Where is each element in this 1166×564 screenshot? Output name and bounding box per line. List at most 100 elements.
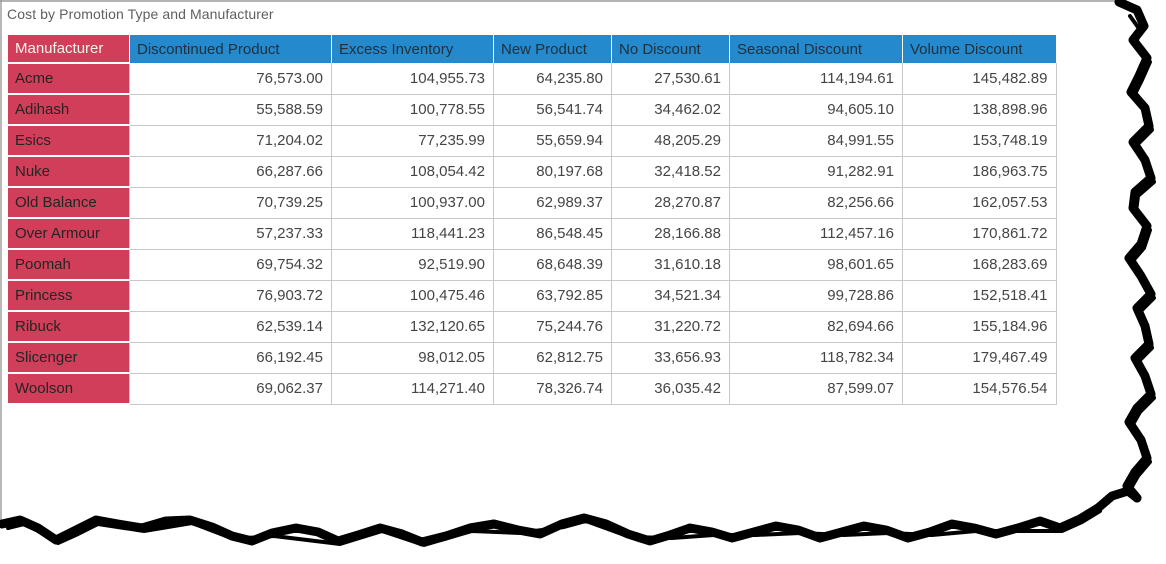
data-cell[interactable]: 186,963.75 bbox=[903, 156, 1057, 187]
data-cell[interactable]: 87,599.07 bbox=[730, 373, 903, 404]
table-row: Poomah69,754.3292,519.9068,648.3931,610.… bbox=[8, 249, 1056, 280]
data-cell[interactable]: 75,244.76 bbox=[494, 311, 612, 342]
data-cell[interactable]: 100,937.00 bbox=[332, 187, 494, 218]
data-cell[interactable]: 108,054.42 bbox=[332, 156, 494, 187]
matrix-body: Acme76,573.00104,955.7364,235.8027,530.6… bbox=[8, 63, 1056, 404]
data-cell[interactable]: 33,656.93 bbox=[612, 342, 730, 373]
data-cell[interactable]: 114,194.61 bbox=[730, 63, 903, 94]
column-header[interactable]: Volume Discount bbox=[903, 35, 1057, 63]
table-row: Adihash55,588.59100,778.5556,541.7434,46… bbox=[8, 94, 1056, 125]
data-cell[interactable]: 34,521.34 bbox=[612, 280, 730, 311]
row-header[interactable]: Adihash bbox=[8, 94, 130, 125]
data-cell[interactable]: 28,270.87 bbox=[612, 187, 730, 218]
table-row: Woolson69,062.37114,271.4078,326.7436,03… bbox=[8, 373, 1056, 404]
data-cell[interactable]: 62,989.37 bbox=[494, 187, 612, 218]
data-cell[interactable]: 99,728.86 bbox=[730, 280, 903, 311]
visual-title: Cost by Promotion Type and Manufacturer bbox=[7, 6, 274, 22]
data-cell[interactable]: 55,659.94 bbox=[494, 125, 612, 156]
data-cell[interactable]: 94,605.10 bbox=[730, 94, 903, 125]
table-row: Nuke66,287.66108,054.4280,197.6832,418.5… bbox=[8, 156, 1056, 187]
data-cell[interactable]: 71,204.02 bbox=[130, 125, 332, 156]
row-header[interactable]: Nuke bbox=[8, 156, 130, 187]
data-cell[interactable]: 66,192.45 bbox=[130, 342, 332, 373]
column-header[interactable]: Excess Inventory bbox=[332, 35, 494, 63]
data-cell[interactable]: 112,457.16 bbox=[730, 218, 903, 249]
data-cell[interactable]: 100,475.46 bbox=[332, 280, 494, 311]
data-cell[interactable]: 162,057.53 bbox=[903, 187, 1057, 218]
data-cell[interactable]: 48,205.29 bbox=[612, 125, 730, 156]
data-cell[interactable]: 132,120.65 bbox=[332, 311, 494, 342]
data-cell[interactable]: 82,256.66 bbox=[730, 187, 903, 218]
column-header[interactable]: No Discount bbox=[612, 35, 730, 63]
row-header[interactable]: Acme bbox=[8, 63, 130, 94]
row-header[interactable]: Over Armour bbox=[8, 218, 130, 249]
table-row: Esics71,204.0277,235.9955,659.9448,205.2… bbox=[8, 125, 1056, 156]
data-cell[interactable]: 98,601.65 bbox=[730, 249, 903, 280]
data-cell[interactable]: 138,898.96 bbox=[903, 94, 1057, 125]
column-header-manufacturer[interactable]: Manufacturer bbox=[8, 35, 130, 63]
data-cell[interactable]: 84,991.55 bbox=[730, 125, 903, 156]
data-cell[interactable]: 155,184.96 bbox=[903, 311, 1057, 342]
data-cell[interactable]: 80,197.68 bbox=[494, 156, 612, 187]
data-cell[interactable]: 66,287.66 bbox=[130, 156, 332, 187]
data-cell[interactable]: 114,271.40 bbox=[332, 373, 494, 404]
header-row: ManufacturerDiscontinued ProductExcess I… bbox=[8, 35, 1056, 63]
data-cell[interactable]: 118,441.23 bbox=[332, 218, 494, 249]
data-cell[interactable]: 152,518.41 bbox=[903, 280, 1057, 311]
row-header[interactable]: Princess bbox=[8, 280, 130, 311]
data-cell[interactable]: 118,782.34 bbox=[730, 342, 903, 373]
data-cell[interactable]: 76,573.00 bbox=[130, 63, 332, 94]
row-header[interactable]: Ribuck bbox=[8, 311, 130, 342]
data-cell[interactable]: 31,610.18 bbox=[612, 249, 730, 280]
data-cell[interactable]: 145,482.89 bbox=[903, 63, 1057, 94]
data-cell[interactable]: 168,283.69 bbox=[903, 249, 1057, 280]
data-cell[interactable]: 34,462.02 bbox=[612, 94, 730, 125]
data-cell[interactable]: 55,588.59 bbox=[130, 94, 332, 125]
data-cell[interactable]: 69,754.32 bbox=[130, 249, 332, 280]
row-header[interactable]: Esics bbox=[8, 125, 130, 156]
data-cell[interactable]: 77,235.99 bbox=[332, 125, 494, 156]
data-cell[interactable]: 70,739.25 bbox=[130, 187, 332, 218]
data-cell[interactable]: 63,792.85 bbox=[494, 280, 612, 311]
data-cell[interactable]: 57,237.33 bbox=[130, 218, 332, 249]
data-cell[interactable]: 179,467.49 bbox=[903, 342, 1057, 373]
report-canvas: Cost by Promotion Type and Manufacturer … bbox=[0, 0, 1166, 564]
torn-edge-right bbox=[1119, 2, 1154, 498]
matrix-table: ManufacturerDiscontinued ProductExcess I… bbox=[8, 35, 1057, 405]
data-cell[interactable]: 86,548.45 bbox=[494, 218, 612, 249]
row-header[interactable]: Poomah bbox=[8, 249, 130, 280]
data-cell[interactable]: 31,220.72 bbox=[612, 311, 730, 342]
matrix-header: ManufacturerDiscontinued ProductExcess I… bbox=[8, 35, 1056, 63]
row-header[interactable]: Woolson bbox=[8, 373, 130, 404]
data-cell[interactable]: 76,903.72 bbox=[130, 280, 332, 311]
row-header[interactable]: Slicenger bbox=[8, 342, 130, 373]
data-cell[interactable]: 154,576.54 bbox=[903, 373, 1057, 404]
table-row: Over Armour57,237.33118,441.2386,548.452… bbox=[8, 218, 1056, 249]
data-cell[interactable]: 153,748.19 bbox=[903, 125, 1057, 156]
data-cell[interactable]: 104,955.73 bbox=[332, 63, 494, 94]
column-header[interactable]: Discontinued Product bbox=[130, 35, 332, 63]
data-cell[interactable]: 62,539.14 bbox=[130, 311, 332, 342]
data-cell[interactable]: 28,166.88 bbox=[612, 218, 730, 249]
data-cell[interactable]: 92,519.90 bbox=[332, 249, 494, 280]
data-cell[interactable]: 82,694.66 bbox=[730, 311, 903, 342]
data-cell[interactable]: 69,062.37 bbox=[130, 373, 332, 404]
table-row: Old Balance70,739.25100,937.0062,989.372… bbox=[8, 187, 1056, 218]
column-header[interactable]: Seasonal Discount bbox=[730, 35, 903, 63]
data-cell[interactable]: 32,418.52 bbox=[612, 156, 730, 187]
data-cell[interactable]: 62,812.75 bbox=[494, 342, 612, 373]
data-cell[interactable]: 56,541.74 bbox=[494, 94, 612, 125]
row-header[interactable]: Old Balance bbox=[8, 187, 130, 218]
data-cell[interactable]: 36,035.42 bbox=[612, 373, 730, 404]
data-cell[interactable]: 27,530.61 bbox=[612, 63, 730, 94]
data-cell[interactable]: 91,282.91 bbox=[730, 156, 903, 187]
torn-edge-bottom bbox=[2, 491, 1137, 545]
table-row: Ribuck62,539.14132,120.6575,244.7631,220… bbox=[8, 311, 1056, 342]
data-cell[interactable]: 68,648.39 bbox=[494, 249, 612, 280]
data-cell[interactable]: 98,012.05 bbox=[332, 342, 494, 373]
data-cell[interactable]: 78,326.74 bbox=[494, 373, 612, 404]
data-cell[interactable]: 64,235.80 bbox=[494, 63, 612, 94]
data-cell[interactable]: 170,861.72 bbox=[903, 218, 1057, 249]
data-cell[interactable]: 100,778.55 bbox=[332, 94, 494, 125]
column-header[interactable]: New Product bbox=[494, 35, 612, 63]
